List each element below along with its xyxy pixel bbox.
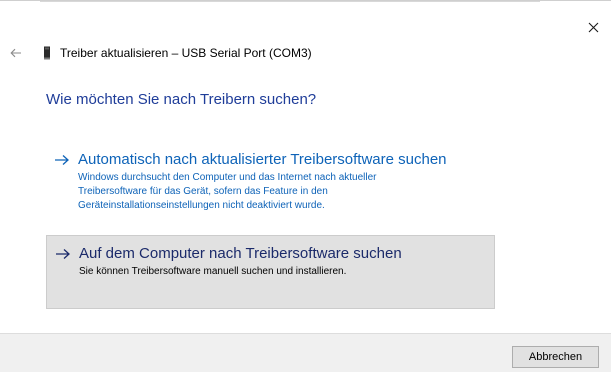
close-icon (588, 22, 598, 32)
top-divider (40, 1, 540, 2)
arrow-right-icon (55, 247, 73, 261)
dialog-header: Treiber aktualisieren – USB Serial Port … (0, 41, 312, 65)
option-description: Sie können Treibersoftware manuell suche… (79, 266, 347, 277)
option-title: Automatisch nach aktualisierter Treibers… (78, 151, 447, 168)
arrow-right-icon (54, 153, 72, 167)
back-arrow-icon (10, 48, 21, 58)
update-driver-dialog: Treiber aktualisieren – USB Serial Port … (0, 0, 611, 372)
option-manual-search[interactable]: Auf dem Computer nach Treibersoftware su… (46, 235, 495, 309)
close-button[interactable] (575, 15, 611, 39)
option-title: Auf dem Computer nach Treibersoftware su… (79, 245, 402, 262)
question-heading: Wie möchten Sie nach Treibern suchen? (46, 91, 317, 108)
usb-device-icon (42, 45, 52, 61)
cancel-button[interactable]: Abbrechen (512, 346, 599, 368)
back-button[interactable] (6, 43, 26, 63)
dialog-title: Treiber aktualisieren – USB Serial Port … (60, 46, 312, 60)
dialog-footer: Abbrechen (0, 333, 611, 372)
option-description: Windows durchsucht den Computer und das … (78, 172, 377, 211)
option-automatic-search[interactable]: Automatisch nach aktualisierter Treibers… (46, 147, 495, 219)
